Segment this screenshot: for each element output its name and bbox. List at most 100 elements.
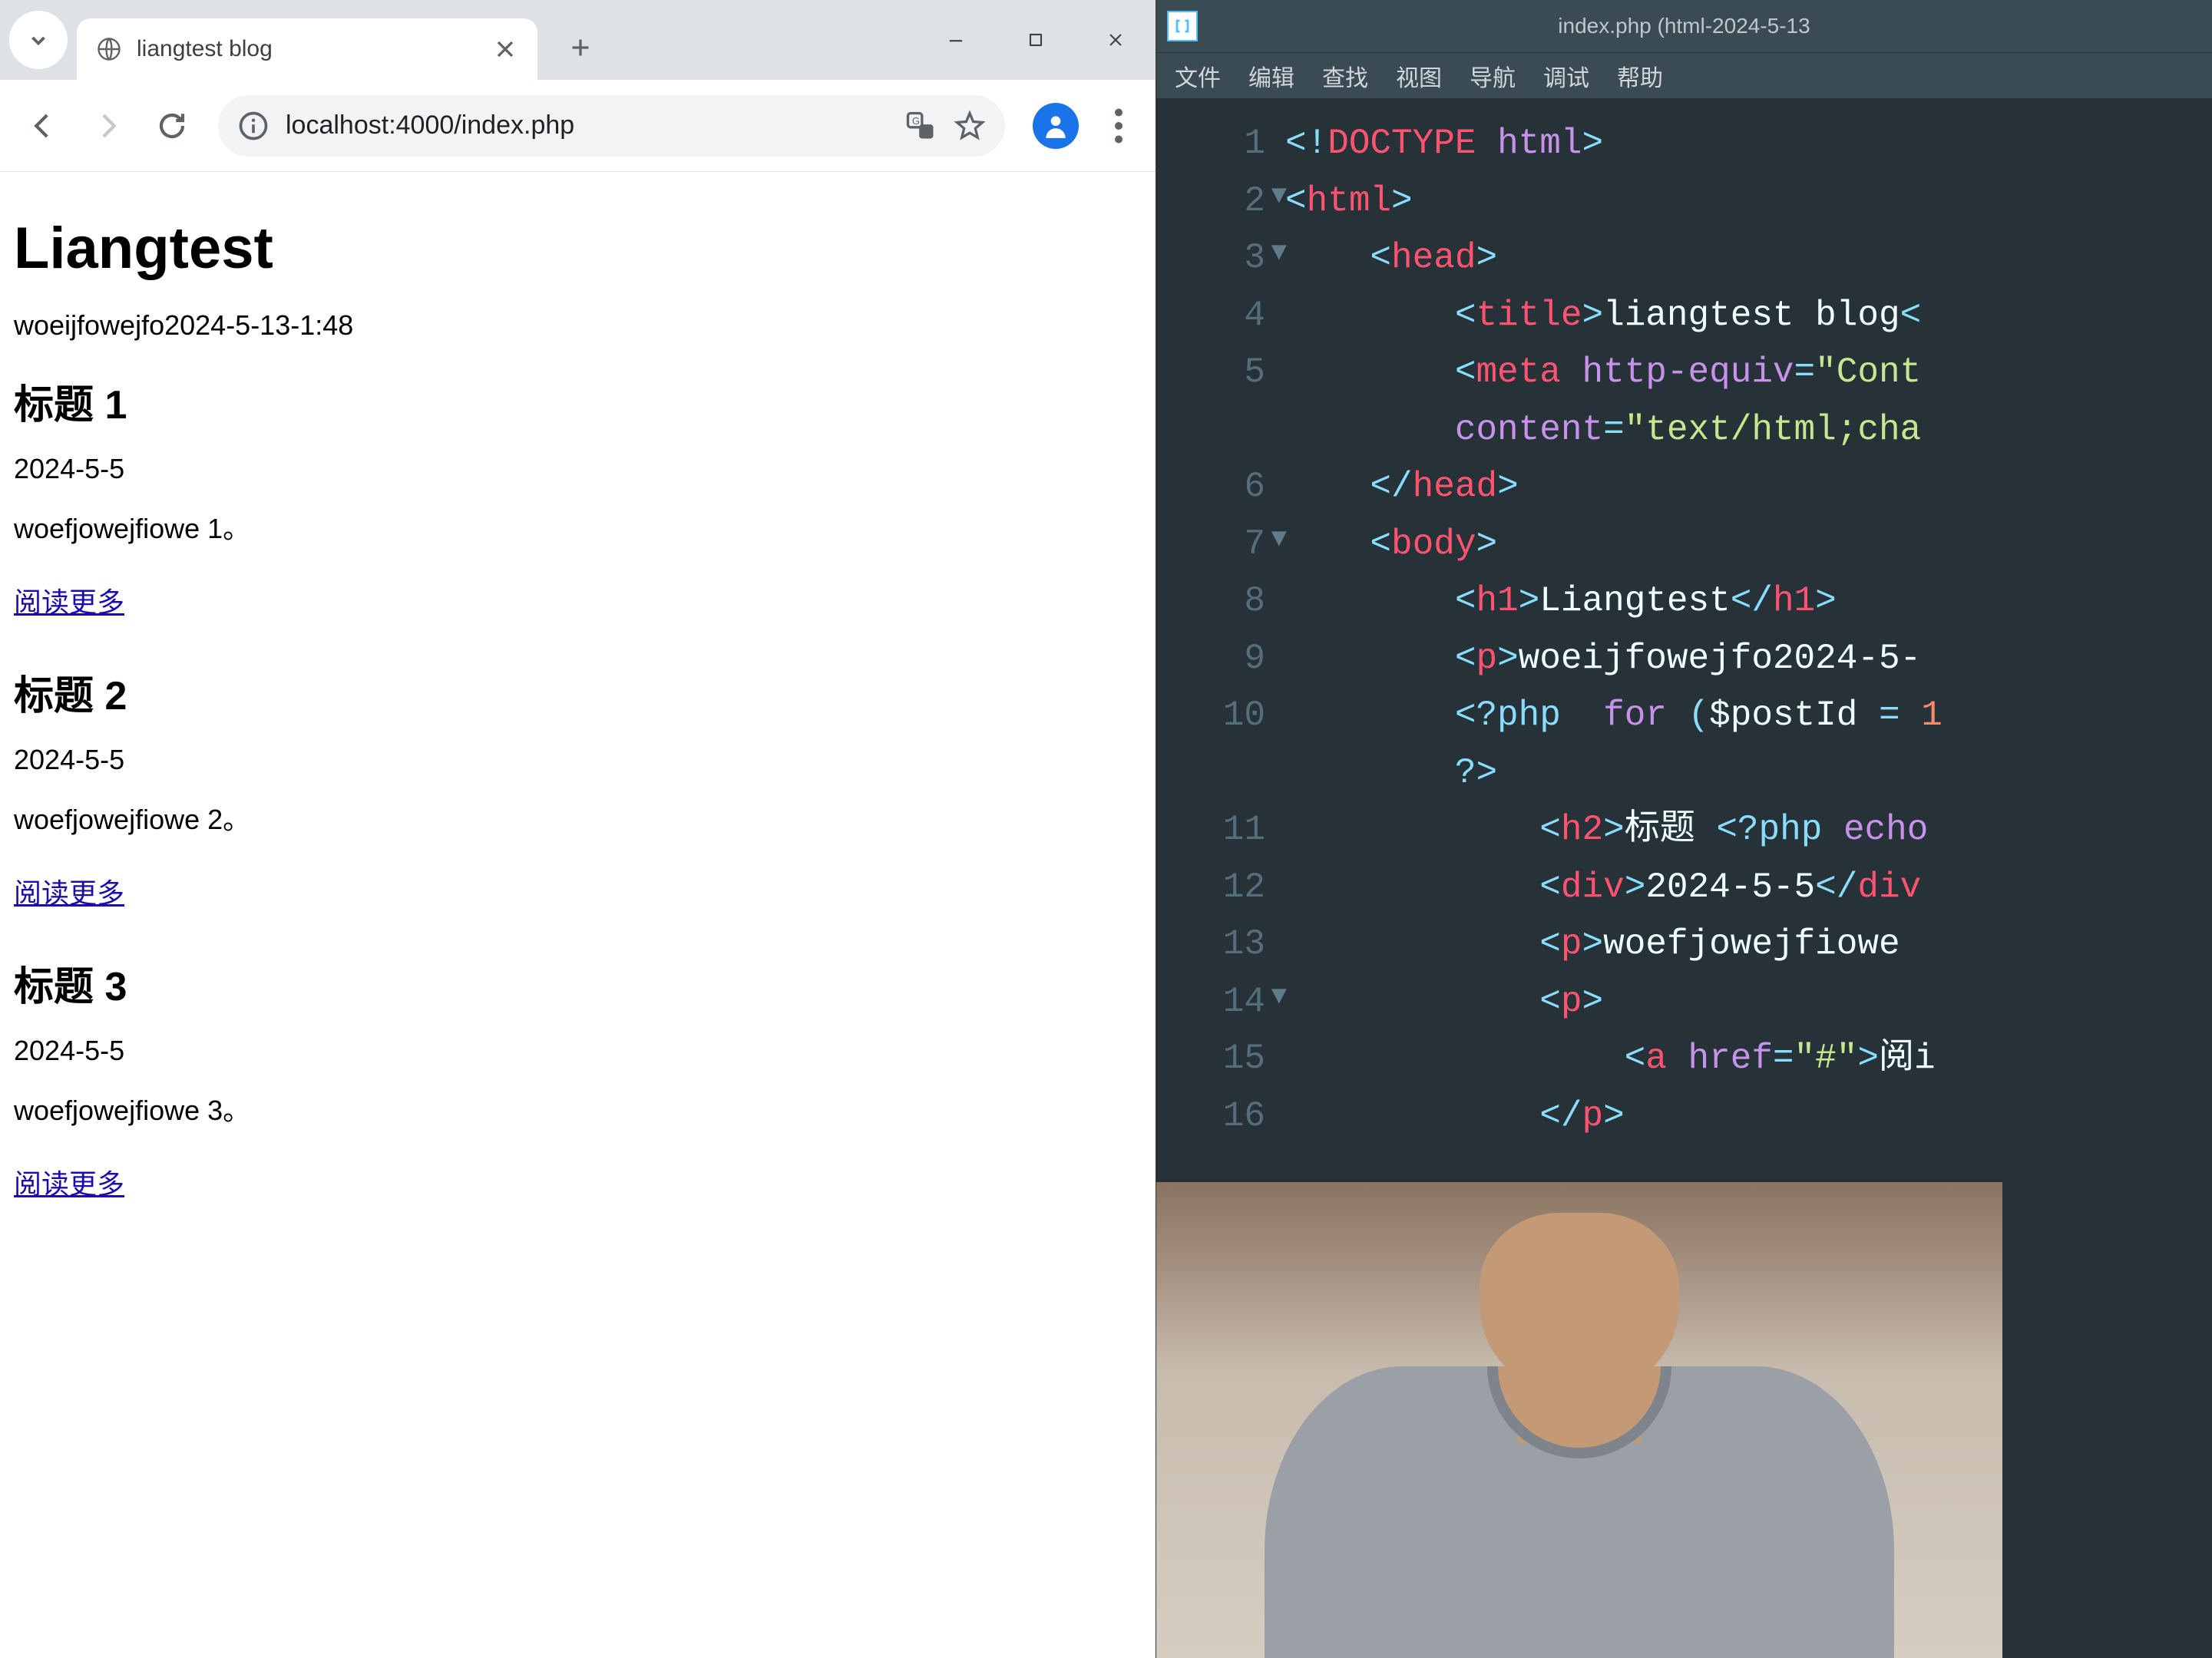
address-bar[interactable]: localhost:4000/index.php G <box>218 95 1005 157</box>
read-more-link[interactable]: 阅读更多 <box>14 1162 124 1202</box>
post-date: 2024-5-5 <box>14 1035 1142 1067</box>
post-body: woefjowejfiowe 2。 <box>14 798 1142 837</box>
fold-toggle-icon[interactable]: ▼ <box>1271 976 1287 1019</box>
editor-menu-item[interactable]: 导航 <box>1470 59 1516 93</box>
editor-titlebar: index.php (html-2024-5-13 <box>1156 0 2212 52</box>
line-number <box>1156 745 1265 802</box>
code-line[interactable]: <?php for ($postId = 1 <box>1285 687 2212 745</box>
post-body: woefjowejfiowe 1。 <box>14 507 1142 547</box>
line-number: 11 <box>1156 801 1265 859</box>
line-number: 8 <box>1156 573 1265 630</box>
webcam-overlay <box>1156 1182 2002 1658</box>
browser-tab[interactable]: liangtest blog <box>77 18 537 80</box>
person-icon <box>1041 111 1070 140</box>
code-line[interactable]: <p>woefjowejfiowe <box>1285 916 2212 973</box>
line-number: 16 <box>1156 1088 1265 1145</box>
editor-menu-item[interactable]: 查找 <box>1322 59 1368 93</box>
tab-close-button[interactable] <box>491 35 519 63</box>
info-icon <box>236 109 270 143</box>
line-number: 3▼ <box>1156 230 1265 287</box>
code-line[interactable]: <div>2024-5-5</div <box>1285 859 2212 917</box>
post-title: 标题 2 <box>14 663 1142 721</box>
line-number: 5 <box>1156 344 1265 401</box>
line-number: 7▼ <box>1156 516 1265 573</box>
browser-menu-button[interactable] <box>1096 103 1142 149</box>
arrow-right-icon <box>91 110 124 142</box>
fold-toggle-icon[interactable]: ▼ <box>1271 176 1287 218</box>
line-number: 14▼ <box>1156 973 1265 1031</box>
editor-menu-item[interactable]: 编辑 <box>1248 59 1294 93</box>
line-number: 15 <box>1156 1030 1265 1088</box>
browser-toolbar: localhost:4000/index.php G <box>0 80 1156 172</box>
tab-title: liangtest blog <box>137 36 478 62</box>
minimize-button[interactable] <box>916 0 996 80</box>
line-number: 2▼ <box>1156 173 1265 230</box>
editor-menubar: 文件编辑查找视图导航调试帮助 <box>1156 52 2212 98</box>
code-line[interactable]: <head> <box>1285 230 2212 287</box>
code-line[interactable]: <meta http-equiv="Cont <box>1285 344 2212 401</box>
post-title: 标题 1 <box>14 372 1142 430</box>
back-button[interactable] <box>14 97 72 155</box>
line-number: 4 <box>1156 287 1265 345</box>
maximize-button[interactable] <box>996 0 1076 80</box>
line-number: 12 <box>1156 859 1265 917</box>
page-intro: woeijfowejfo2024-5-13-1:48 <box>14 309 1142 342</box>
editor-window-title: index.php (html-2024-5-13 <box>1558 14 1810 38</box>
code-line[interactable]: <h2>标题 <?php echo <box>1285 801 2212 859</box>
translate-button[interactable]: G <box>904 109 937 143</box>
editor-menu-item[interactable]: 视图 <box>1396 59 1442 93</box>
line-number: 6 <box>1156 458 1265 516</box>
star-icon <box>953 109 987 143</box>
line-number: 9 <box>1156 630 1265 688</box>
code-line[interactable]: <title>liangtest blog< <box>1285 287 2212 345</box>
tab-search-button[interactable] <box>9 11 68 69</box>
svg-text:G: G <box>912 115 920 127</box>
post-date: 2024-5-5 <box>14 744 1142 776</box>
profile-button[interactable] <box>1033 103 1079 149</box>
line-number <box>1156 401 1265 459</box>
editor-window: index.php (html-2024-5-13 文件编辑查找视图导航调试帮助… <box>1156 0 2212 1658</box>
fold-toggle-icon[interactable]: ▼ <box>1271 519 1287 561</box>
editor-menu-item[interactable]: 帮助 <box>1617 59 1663 93</box>
tab-strip: liangtest blog <box>0 0 1156 80</box>
code-line[interactable]: </head> <box>1285 458 2212 516</box>
editor-menu-item[interactable]: 文件 <box>1175 59 1221 93</box>
chevron-down-icon <box>25 26 52 54</box>
code-line[interactable]: content="text/html;cha <box>1285 401 2212 459</box>
page-h1: Liangtest <box>14 215 1142 282</box>
bookmark-button[interactable] <box>953 109 987 143</box>
more-vert-icon <box>1096 103 1142 149</box>
post-body: woefjowejfiowe 3。 <box>14 1088 1142 1128</box>
globe-icon <box>95 35 123 63</box>
read-more-link[interactable]: 阅读更多 <box>14 580 124 620</box>
window-controls <box>916 0 1156 80</box>
code-line[interactable]: <a href="#">阅i <box>1285 1030 2212 1088</box>
fold-toggle-icon[interactable]: ▼ <box>1271 233 1287 275</box>
line-number: 1 <box>1156 115 1265 173</box>
code-line[interactable]: <p> <box>1285 973 2212 1031</box>
plus-icon <box>567 34 594 61</box>
forward-button[interactable] <box>78 97 137 155</box>
code-line[interactable]: <!DOCTYPE html> <box>1285 115 2212 173</box>
editor-menu-item[interactable]: 调试 <box>1543 59 1589 93</box>
code-line[interactable]: <body> <box>1285 516 2212 573</box>
read-more-link[interactable]: 阅读更多 <box>14 871 124 911</box>
code-line[interactable]: ?> <box>1285 745 2212 802</box>
code-line[interactable]: <html> <box>1285 173 2212 230</box>
translate-icon: G <box>904 109 937 143</box>
new-tab-button[interactable] <box>551 18 610 77</box>
code-line[interactable]: </p> <box>1285 1088 2212 1145</box>
close-window-button[interactable] <box>1076 0 1156 80</box>
reload-button[interactable] <box>143 97 201 155</box>
post-date: 2024-5-5 <box>14 453 1142 485</box>
reload-icon <box>156 110 188 142</box>
post-title: 标题 3 <box>14 954 1142 1012</box>
close-icon <box>491 35 519 63</box>
page-content: Liangtest woeijfowejfo2024-5-13-1:48 标题 … <box>0 172 1156 1658</box>
maximize-icon <box>1025 29 1046 51</box>
browser-window: liangtest blog localhost:4000/index.php … <box>0 0 1156 1658</box>
site-info-button[interactable] <box>236 109 270 143</box>
code-line[interactable]: <h1>Liangtest</h1> <box>1285 573 2212 630</box>
code-line[interactable]: <p>woeijfowejfo2024-5- <box>1285 630 2212 688</box>
brackets-logo-icon <box>1167 11 1198 41</box>
